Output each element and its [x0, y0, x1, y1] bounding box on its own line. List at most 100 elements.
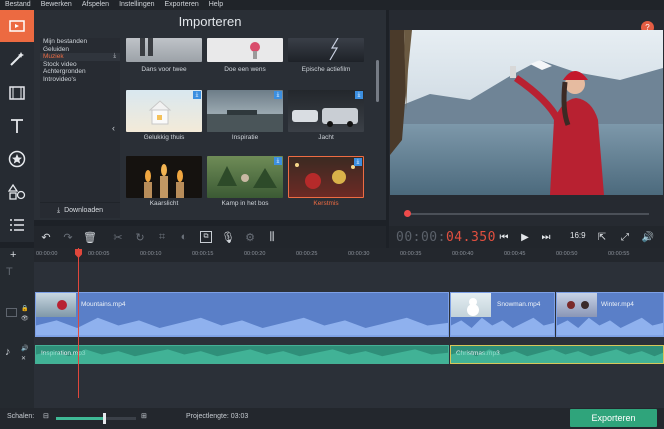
thumbnail-label: Doe een wens	[224, 66, 266, 73]
thumbnail-doe-een-wens[interactable]	[207, 38, 283, 62]
menu-edit[interactable]: Bewerken	[41, 0, 72, 10]
seek-knob[interactable]	[404, 210, 411, 217]
eye-icon[interactable]: 👁	[21, 315, 29, 322]
ruler-tick: 00:00:50	[556, 251, 578, 257]
thumbnail-kerstmis[interactable]: ⤓	[288, 156, 364, 198]
thumbnail-dans-voor-twee[interactable]	[126, 38, 202, 62]
zoom-out-icon[interactable]: ⊟	[43, 412, 49, 420]
track-volume-icon[interactable]: 🔊	[21, 345, 28, 352]
play-icon[interactable]: ▶	[518, 230, 532, 244]
clip-name: Mountains.mp4	[81, 301, 126, 308]
music-track-icon: ♪	[5, 346, 11, 358]
skip-forward-icon[interactable]: ⏭	[539, 230, 553, 244]
category-stock-video[interactable]: Stock video	[40, 61, 120, 69]
redo-icon[interactable]: ↷	[62, 231, 74, 244]
microphone-icon[interactable]: 🎙	[221, 231, 235, 244]
thumbnail-epische-actiefilm[interactable]	[288, 38, 364, 62]
shapes-icon	[8, 183, 26, 200]
clip-waveform	[557, 317, 663, 336]
menu-playback[interactable]: Afspelen	[82, 0, 109, 10]
download-icon: ⤓	[56, 206, 61, 214]
candles-image	[144, 164, 184, 198]
video-clip-winter[interactable]: Winter.mp4	[556, 292, 664, 337]
category-music[interactable]: Muziek	[40, 53, 120, 61]
menu-help[interactable]: Help	[209, 0, 223, 10]
menu-export[interactable]: Exporteren	[165, 0, 199, 10]
list-icon	[10, 219, 24, 231]
aspect-ratio-button[interactable]: 16:9	[570, 231, 586, 240]
titles-tool-button[interactable]	[0, 110, 34, 142]
ruler-tick: 00:00:45	[504, 251, 526, 257]
stickers-tool-button[interactable]	[0, 143, 34, 175]
menu-file[interactable]: Bestand	[5, 0, 31, 10]
download-small-icon[interactable]: ⤓	[113, 53, 116, 60]
gear-icon[interactable]: ⚙	[244, 231, 256, 244]
add-track-icon[interactable]: +	[10, 249, 16, 261]
thumbnail-kamp-in-het-bos[interactable]: ⤓	[207, 156, 283, 198]
tool-sidebar	[0, 10, 34, 242]
landscape-image	[207, 110, 283, 132]
clip-properties-icon[interactable]: ⧉	[200, 231, 212, 243]
edit-toolbar: ↶ ↷ 🗑 ✂ ↻ ⌗ ◐ ⧉ 🎙 ⚙ ⫼	[34, 226, 386, 248]
thumbnail-label: Epische actiefilm	[301, 66, 351, 73]
zoom-slider-knob[interactable]	[103, 413, 106, 424]
thumbnail-inspiratie[interactable]: ⤓	[207, 90, 283, 132]
text-t-icon	[11, 119, 23, 133]
project-length: Projectlengte: 03:03	[186, 413, 249, 420]
footer-bar: Schalen: ⊟ ⊞ Projectlengte: 03:03 Export…	[0, 408, 664, 429]
toy-house-image	[148, 100, 172, 125]
clip-waveform	[36, 317, 448, 336]
more-tools-button[interactable]	[0, 209, 34, 241]
lightning-image	[329, 38, 339, 61]
christmas-ornaments-image	[295, 163, 355, 189]
title-track-icon: T	[6, 266, 13, 278]
zoom-slider-fill	[56, 417, 104, 420]
video-clip-mountains[interactable]: Mountains.mp4	[35, 292, 449, 337]
category-backgrounds[interactable]: Achtergronden	[40, 68, 120, 76]
thumbnail-gelukkig-thuis[interactable]: ⤓	[126, 90, 202, 132]
audio-clip-inspiration[interactable]: Inspiration.mp3	[35, 345, 449, 364]
film-import-icon	[9, 20, 25, 32]
collapse-arrow-icon[interactable]: ‹	[112, 123, 115, 133]
equalizer-icon[interactable]: ⫼	[266, 231, 278, 243]
seek-bar[interactable]	[407, 213, 649, 215]
crop-icon[interactable]: ⌗	[156, 231, 168, 243]
filters-tool-button[interactable]	[0, 43, 34, 75]
export-button[interactable]: Exporteren	[570, 409, 657, 427]
category-my-files[interactable]: Mijn bestanden	[40, 38, 120, 46]
clip-name: Winter.mp4	[601, 301, 634, 308]
track-mute-icon[interactable]: ✕	[21, 355, 26, 362]
zoom-label: Schalen:	[7, 413, 35, 420]
fullscreen-icon[interactable]: ⤢	[618, 230, 632, 244]
menu-settings[interactable]: Instellingen	[119, 0, 154, 10]
scissors-icon[interactable]: ✂	[112, 231, 124, 244]
thumbnail-jacht[interactable]: ⤓	[288, 90, 364, 132]
external-window-icon[interactable]: ⇱	[595, 230, 609, 244]
clip-name: Snowman.mp4	[497, 301, 541, 308]
ruler-tick: 00:00:00	[36, 251, 58, 257]
rotate-icon[interactable]: ↻	[134, 231, 146, 244]
thumbnail-scrollbar[interactable]	[376, 60, 379, 102]
skip-back-icon[interactable]: ⏮	[497, 230, 511, 244]
lock-icon[interactable]: 🔒	[21, 305, 28, 312]
download-button[interactable]: ⤓ Downloaden	[40, 202, 120, 218]
color-adjust-icon[interactable]: ◐	[178, 231, 190, 243]
playhead[interactable]	[78, 248, 79, 398]
ruler-tick: 00:00:15	[192, 251, 214, 257]
video-clip-snowman[interactable]: Snowman.mp4	[450, 292, 555, 337]
preview-screen[interactable]	[390, 30, 663, 195]
undo-icon[interactable]: ↶	[40, 231, 52, 244]
time-ruler[interactable]: 00:00:00 00:00:05 00:00:10 00:00:15 00:0…	[34, 248, 664, 262]
trash-icon[interactable]: 🗑	[83, 231, 97, 244]
category-sounds[interactable]: Geluiden	[40, 46, 120, 54]
category-intro-videos[interactable]: Introvideo's	[40, 76, 120, 84]
thumbnail-kaarslicht[interactable]	[126, 156, 202, 198]
timecode-prefix: 00:00:	[396, 230, 446, 245]
shapes-tool-button[interactable]	[0, 176, 34, 208]
transitions-tool-button[interactable]	[0, 77, 34, 109]
import-tool-button[interactable]	[0, 10, 34, 42]
thumbnail-label: Gelukkig thuis	[143, 134, 185, 141]
audio-clip-christmas[interactable]: Christmas.mp3	[450, 345, 664, 364]
zoom-in-icon[interactable]: ⊞	[141, 412, 147, 420]
volume-icon[interactable]: 🔊	[641, 230, 655, 244]
